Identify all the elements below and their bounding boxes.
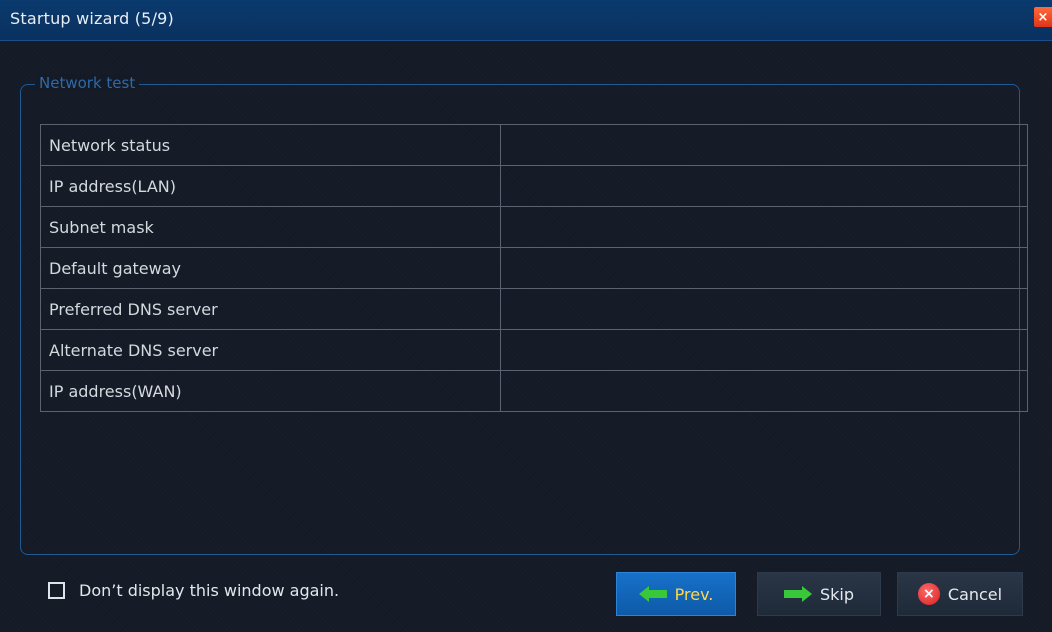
- row-value: [500, 165, 1028, 207]
- prev-button-label: Prev.: [674, 584, 714, 604]
- row-label: IP address(WAN): [40, 370, 501, 412]
- table-row: Default gateway: [40, 247, 1028, 289]
- table-row: Preferred DNS server: [40, 288, 1028, 330]
- dont-display-label: Don’t display this window again.: [79, 581, 340, 600]
- row-value: [500, 370, 1028, 412]
- arrow-right-icon: [783, 586, 812, 602]
- close-icon: ×: [1037, 9, 1049, 25]
- table-row: IP address(WAN): [40, 370, 1028, 412]
- network-info-table: Network status IP address(LAN) Subnet ma…: [40, 124, 1028, 412]
- table-row: Network status: [40, 124, 1028, 166]
- table-row: Subnet mask: [40, 206, 1028, 248]
- skip-button[interactable]: Skip: [757, 572, 881, 616]
- cancel-circle-icon: ×: [917, 583, 940, 605]
- dont-display-again-checkbox[interactable]: Don’t display this window again.: [48, 581, 339, 600]
- prev-button[interactable]: Prev.: [616, 572, 736, 616]
- window-title: Startup wizard (5/9): [10, 9, 174, 28]
- row-label: Subnet mask: [40, 206, 501, 248]
- skip-button-label: Skip: [819, 584, 855, 604]
- row-label: Alternate DNS server: [40, 329, 501, 371]
- close-button[interactable]: ×: [1034, 7, 1052, 27]
- checkbox-icon[interactable]: [48, 582, 65, 599]
- row-label: Preferred DNS server: [40, 288, 501, 330]
- title-bar: Startup wizard (5/9) ×: [0, 0, 1052, 41]
- row-value: [500, 329, 1028, 371]
- row-value: [500, 288, 1028, 330]
- group-legend: Network test: [35, 74, 140, 92]
- table-row: IP address(LAN): [40, 165, 1028, 207]
- row-label: Network status: [40, 124, 501, 166]
- startup-wizard-window: Startup wizard (5/9) × Network test Netw…: [0, 0, 1052, 632]
- cancel-button[interactable]: × Cancel: [897, 572, 1023, 616]
- arrow-left-icon: [638, 586, 667, 602]
- row-label: IP address(LAN): [40, 165, 501, 207]
- cancel-button-label: Cancel: [947, 584, 1003, 604]
- table-row: Alternate DNS server: [40, 329, 1028, 371]
- row-label: Default gateway: [40, 247, 501, 289]
- row-value: [500, 247, 1028, 289]
- row-value: [500, 124, 1028, 166]
- row-value: [500, 206, 1028, 248]
